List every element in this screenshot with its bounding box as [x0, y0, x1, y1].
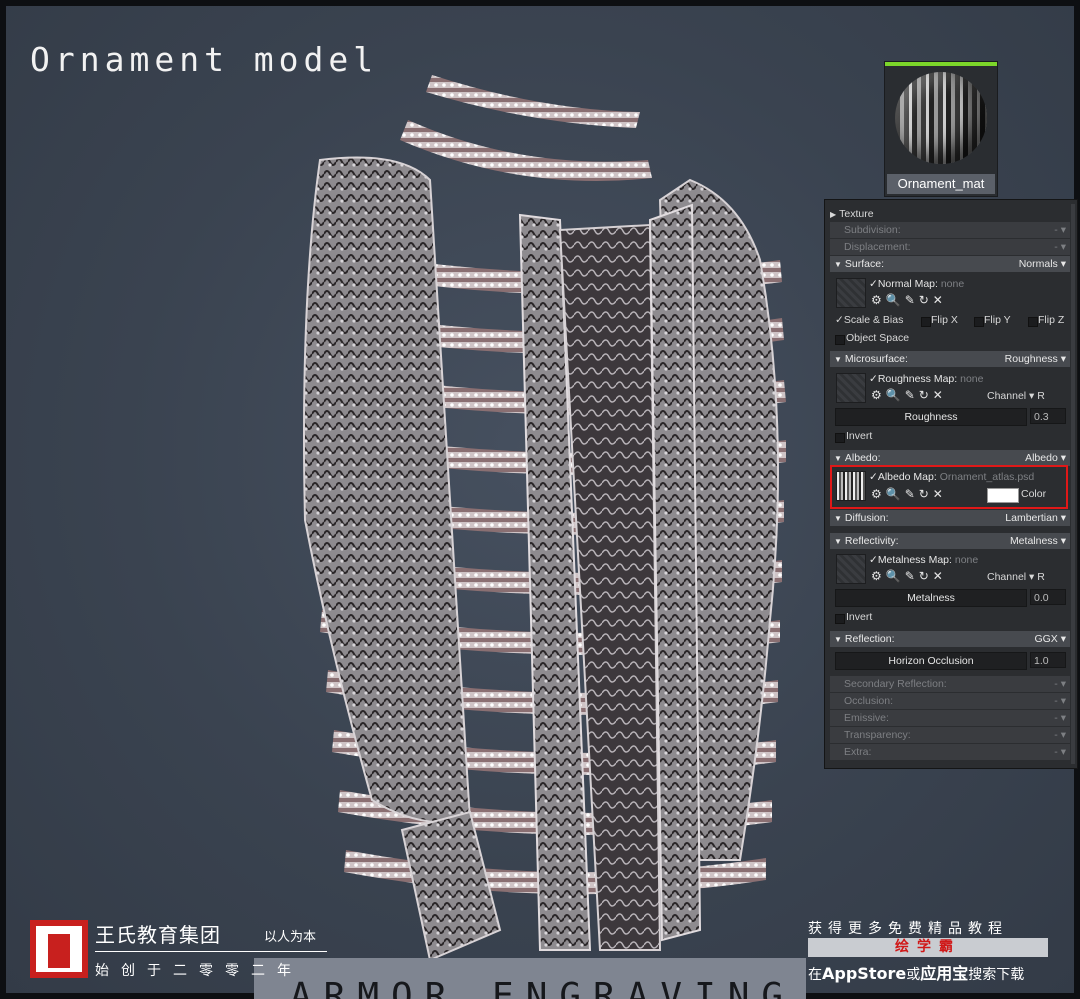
roughness-slider[interactable]: Roughness [835, 408, 1027, 426]
section-reflectivity[interactable]: ▼ Reflectivity: Metalness ▾ [830, 533, 1070, 549]
roughness-map-slot[interactable] [836, 373, 866, 403]
section-extra[interactable]: Extra: - ▾ [830, 744, 1070, 760]
albedo-highlight-box [830, 465, 1068, 509]
section-emissive[interactable]: Emissive: - ▾ [830, 710, 1070, 726]
microsurface-select[interactable]: Roughness ▾ [1005, 351, 1066, 367]
bottom-banner: ARMOR ENGRAVING [254, 958, 806, 999]
metalness-invert-checkbox[interactable] [835, 614, 845, 624]
section-displacement[interactable]: Displacement: - ▾ [830, 239, 1070, 255]
divider [95, 951, 327, 952]
metalness-map-tools[interactable]: ⚙🔍✎↻✕ [871, 569, 947, 583]
org-name: 王氏教育集团 [95, 923, 221, 947]
collar-ring [400, 120, 652, 181]
object-space-checkbox[interactable] [835, 335, 845, 345]
section-surface[interactable]: ▼ Surface: Normals ▾ [830, 256, 1070, 272]
surface-select[interactable]: Normals ▾ [1019, 256, 1066, 272]
material-name: Ornament_mat [887, 174, 995, 194]
metalness-value[interactable]: 0.0 [1030, 589, 1066, 605]
section-texture[interactable]: ▶ Texture [830, 206, 1070, 222]
object-space-label: Object Space [846, 332, 910, 344]
section-occlusion[interactable]: Occlusion: - ▾ [830, 693, 1070, 709]
reflectivity-select[interactable]: Metalness ▾ [1010, 533, 1066, 549]
section-diffusion[interactable]: ▼ Diffusion: Lambertian ▾ [830, 510, 1070, 526]
store-text: 在AppStore或应用宝搜索下载 [808, 964, 1025, 983]
app-brand: 绘学霸 [808, 938, 1048, 957]
roughness-map-tools[interactable]: ⚙🔍✎↻✕ [871, 388, 947, 402]
flip-y-checkbox[interactable] [974, 317, 984, 327]
material-sphere-preview [895, 72, 987, 164]
flip-y-label: Flip Y [984, 314, 1011, 326]
roughness-channel-select[interactable]: Channel ▾ R [987, 390, 1045, 402]
expand-arrow-icon: ▶ [830, 210, 837, 219]
normal-map-slot[interactable] [836, 278, 866, 308]
metalness-invert-label: Invert [846, 611, 873, 623]
flip-z-checkbox[interactable] [1028, 317, 1038, 327]
scale-bias-toggle[interactable]: ✓Scale & Bias [835, 314, 903, 326]
material-active-bar [885, 62, 997, 66]
section-albedo[interactable]: ▼ Albedo: Albedo ▾ [830, 450, 1070, 466]
flip-x-checkbox[interactable] [921, 317, 931, 327]
diffusion-select[interactable]: Lambertian ▾ [1005, 510, 1066, 526]
material-thumbnail[interactable]: Ornament_mat [884, 61, 998, 197]
horizon-occlusion-value[interactable]: 1.0 [1030, 652, 1066, 668]
panel-scrollbar[interactable] [1071, 204, 1075, 764]
metalness-map-slot[interactable] [836, 554, 866, 584]
roughness-value[interactable]: 0.3 [1030, 408, 1066, 424]
section-transparency[interactable]: Transparency: - ▾ [830, 727, 1070, 743]
flip-z-label: Flip Z [1038, 314, 1065, 326]
albedo-select[interactable]: Albedo ▾ [1025, 450, 1066, 466]
roughness-invert-checkbox[interactable] [835, 433, 845, 443]
flip-x-label: Flip X [931, 314, 958, 326]
normal-map-tools[interactable]: ⚙🔍✎↻✕ [871, 293, 947, 307]
org-motto: 以人为本 [264, 930, 317, 945]
metalness-slider[interactable]: Metalness [835, 589, 1027, 607]
roughness-invert-label: Invert [846, 430, 873, 442]
org-founded: 始创于二零零二年 [95, 963, 303, 979]
section-reflection[interactable]: ▼ Reflection: GGX ▾ [830, 631, 1070, 647]
collapse-arrow-icon: ▼ [834, 260, 842, 269]
roughness-map-label: ✓Roughness Map: none [869, 373, 984, 385]
reflection-select[interactable]: GGX ▾ [1034, 631, 1066, 647]
metalness-map-label: ✓Metalness Map: none [869, 554, 979, 566]
brand-logo [30, 920, 88, 978]
section-microsurface[interactable]: ▼ Microsurface: Roughness ▾ [830, 351, 1070, 367]
metalness-channel-select[interactable]: Channel ▾ R [987, 571, 1045, 583]
normal-map-label: ✓Normal Map: none [869, 278, 965, 290]
horizon-occlusion-slider[interactable]: Horizon Occlusion [835, 652, 1027, 670]
promo-text: 获得更多免费精品教程 [808, 921, 1008, 937]
section-subdivision[interactable]: Subdivision: - ▾ [830, 222, 1070, 238]
collar-ring [426, 75, 640, 128]
section-secondary-reflection[interactable]: Secondary Reflection: - ▾ [830, 676, 1070, 692]
